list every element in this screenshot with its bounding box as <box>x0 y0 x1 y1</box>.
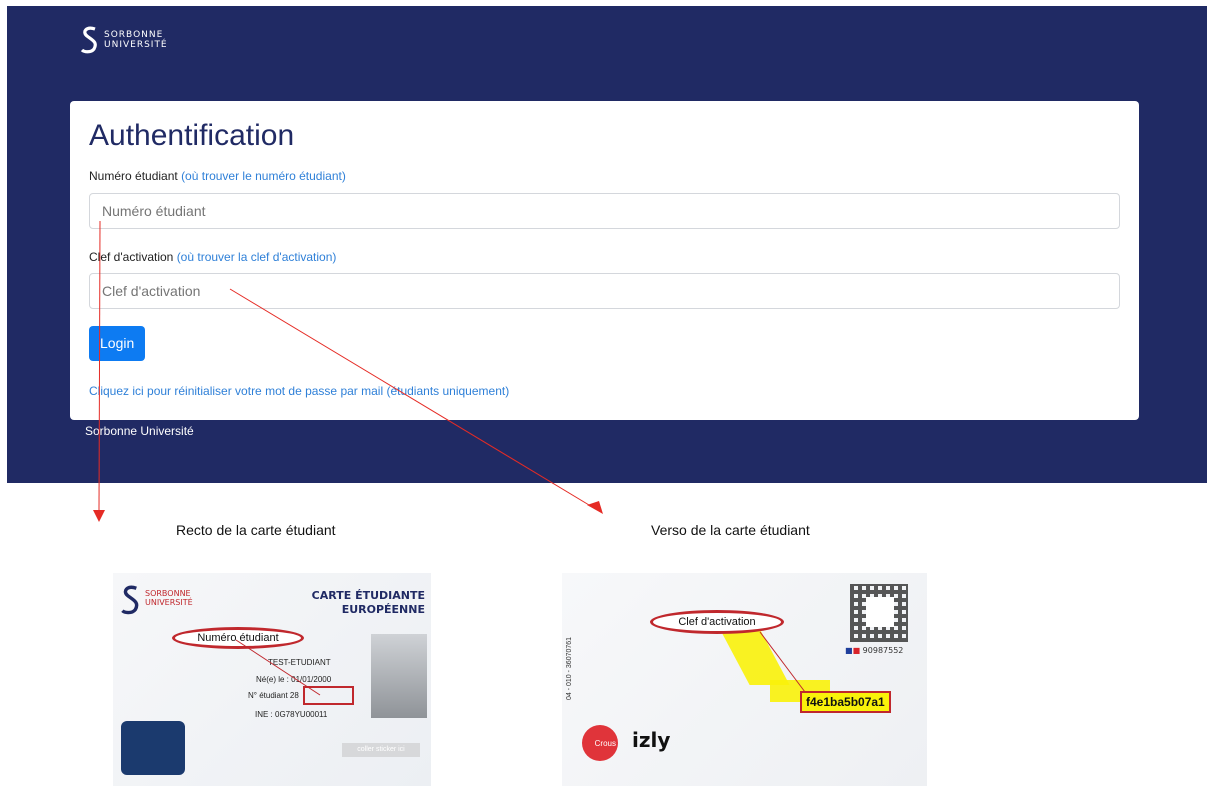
student-number-input[interactable] <box>89 193 1120 229</box>
flag-number: ■■ 90987552 <box>845 646 904 655</box>
student-number-highlight-box <box>303 686 354 705</box>
sticker-area: coller sticker ici <box>342 743 420 757</box>
recto-caption: Recto de la carte étudiant <box>176 522 336 538</box>
recto-logo-text: SORBONNE UNIVERSITÉ <box>145 589 193 607</box>
login-card: Authentification Numéro étudiant (où tro… <box>70 101 1139 420</box>
crous-logo-icon: Crous <box>582 725 618 761</box>
sorbonne-s-icon <box>80 26 97 54</box>
recto-student-no: N° étudiant 28 <box>248 691 299 700</box>
izly-logo-icon: izly <box>632 728 671 752</box>
arrowhead-student-number-icon <box>93 510 105 522</box>
activation-key-oval: Clef d'activation <box>650 610 784 634</box>
sorbonne-logo[interactable]: SORBONNE UNIVERSITÉ <box>80 26 168 54</box>
student-photo <box>371 634 427 718</box>
reset-password-link[interactable]: Cliquez ici pour réinitialiser votre mot… <box>89 384 509 398</box>
student-number-help-link[interactable]: (où trouver le numéro étudiant) <box>181 169 346 183</box>
verso-caption: Verso de la carte étudiant <box>651 522 810 538</box>
activation-code-box: f4e1ba5b07a1 <box>800 691 891 713</box>
card-chip-icon <box>121 721 185 775</box>
sorbonne-s-icon <box>121 585 139 615</box>
arrowhead-activation-key-icon <box>587 501 603 514</box>
recto-identity: TEST-ETUDIANT <box>268 658 331 667</box>
logo-text: SORBONNE UNIVERSITÉ <box>104 30 168 50</box>
student-number-label: Numéro étudiant (où trouver le numéro ét… <box>89 169 346 183</box>
activation-key-label: Clef d'activation (où trouver la clef d'… <box>89 250 337 264</box>
recto-birth: Né(e) le : 01/01/2000 <box>256 675 332 684</box>
qr-code-center <box>866 597 894 627</box>
login-button[interactable]: Login <box>89 326 146 361</box>
student-number-oval: Numéro étudiant <box>172 627 304 649</box>
vertical-card-text: 04 - 010 - 36070761 <box>566 636 573 700</box>
recto-ine: INE : 0G78YU00011 <box>255 710 328 719</box>
recto-card-title: CARTE ÉTUDIANTE EUROPÉENNE <box>311 589 425 616</box>
footer-text: Sorbonne Université <box>85 424 194 438</box>
activation-key-help-link[interactable]: (où trouver la clef d'activation) <box>177 250 337 264</box>
page-title: Authentification <box>89 119 295 152</box>
activation-key-input[interactable] <box>89 273 1120 309</box>
